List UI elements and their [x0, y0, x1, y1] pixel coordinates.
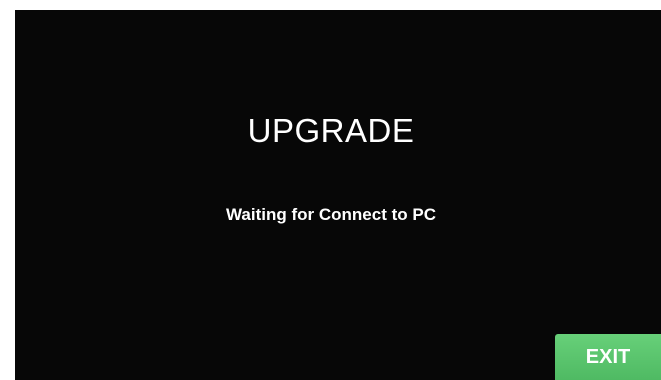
status-message: Waiting for Connect to PC	[226, 205, 436, 224]
page-title: UPGRADE	[247, 112, 415, 149]
upgrade-screen: UPGRADE Waiting for Connect to PC EXIT	[15, 10, 661, 380]
exit-button[interactable]: EXIT	[555, 334, 661, 380]
